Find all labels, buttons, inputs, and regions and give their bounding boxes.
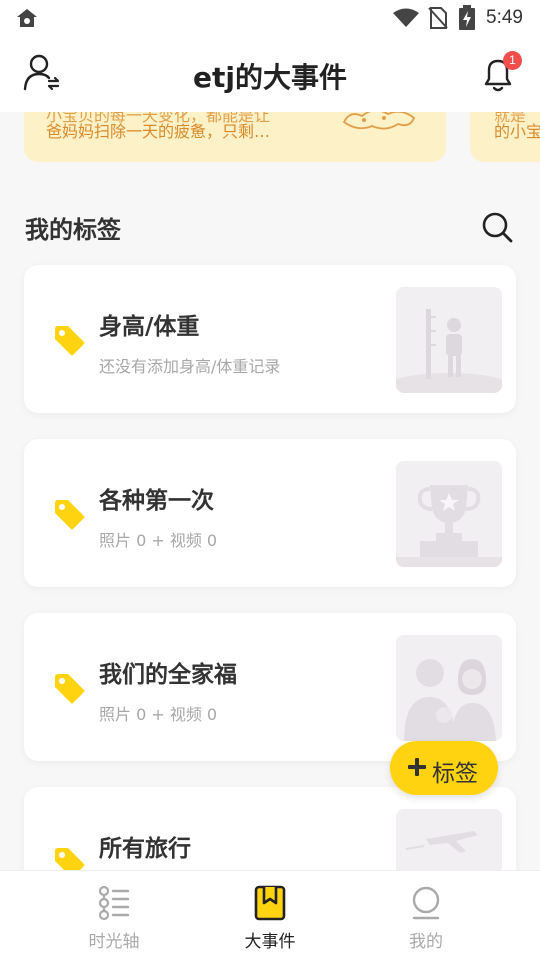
bottom-nav: 时光轴 大事件 我的 bbox=[0, 870, 540, 960]
nav-item-events[interactable]: 大事件 bbox=[210, 871, 330, 960]
search-icon[interactable] bbox=[480, 210, 514, 244]
featured-card[interactable]: 就是 的小宝 bbox=[470, 112, 540, 162]
trophy-illustration bbox=[396, 461, 502, 567]
tag-name: 各种第一次 bbox=[99, 488, 214, 514]
add-tag-label: 标签 bbox=[432, 761, 478, 787]
tag-subtitle: 照片 0 + 视频 0 bbox=[99, 531, 218, 550]
featured-card[interactable]: 小宝贝的每一天变化，都能是让 爸妈妈扫除一天的疲惫，只剩… bbox=[24, 112, 446, 162]
bookmark-icon bbox=[254, 885, 286, 921]
featured-card-text-line2: 的小宝 bbox=[494, 122, 540, 141]
plus-icon bbox=[408, 758, 426, 776]
tag-thumbnail bbox=[396, 635, 502, 741]
no-sim-icon bbox=[428, 7, 448, 29]
notification-badge: 1 bbox=[503, 51, 522, 70]
wifi-icon bbox=[393, 8, 419, 27]
tag-thumbnail bbox=[396, 461, 502, 567]
nav-label: 大事件 bbox=[244, 932, 296, 952]
profile-circle-icon bbox=[412, 886, 440, 920]
tag-subtitle: 照片 0 + 视频 0 bbox=[99, 705, 218, 724]
family-illustration bbox=[396, 635, 502, 741]
battery-charging-icon bbox=[459, 5, 475, 30]
height-measure-illustration bbox=[396, 287, 502, 393]
tag-subtitle: 还没有添加身高/体重记录 bbox=[99, 357, 281, 376]
featured-carousel[interactable]: 小宝贝的每一天变化，都能是让 爸妈妈扫除一天的疲惫，只剩… 就是 的小宝 bbox=[0, 112, 540, 172]
featured-card-text-line2: 爸妈妈扫除一天的疲惫，只剩… bbox=[46, 122, 271, 141]
baby-doodle-icon bbox=[342, 112, 416, 130]
tag-icon bbox=[55, 326, 85, 356]
tag-icon bbox=[55, 674, 85, 704]
tag-icon bbox=[55, 500, 85, 530]
timeline-icon bbox=[98, 885, 130, 921]
nav-label: 我的 bbox=[409, 932, 443, 952]
add-tag-button[interactable]: 标签 bbox=[390, 741, 498, 795]
app-header: etj的大事件 1 bbox=[0, 36, 540, 112]
nav-item-timeline[interactable]: 时光轴 bbox=[54, 871, 174, 960]
tag-name: 身高/体重 bbox=[99, 314, 200, 340]
page-title: etj的大事件 bbox=[193, 61, 347, 94]
status-bar: 5:49 bbox=[0, 0, 540, 36]
section-title: 我的标签 bbox=[25, 216, 121, 244]
tag-card-firsts[interactable]: 各种第一次 照片 0 + 视频 0 bbox=[24, 439, 516, 587]
home-icon bbox=[17, 9, 37, 27]
tag-card-height-weight[interactable]: 身高/体重 还没有添加身高/体重记录 bbox=[24, 265, 516, 413]
tag-name: 所有旅行 bbox=[99, 836, 191, 862]
status-time: 5:49 bbox=[486, 7, 523, 28]
tag-name: 我们的全家福 bbox=[99, 662, 237, 688]
nav-item-me[interactable]: 我的 bbox=[366, 871, 486, 960]
nav-label: 时光轴 bbox=[88, 932, 140, 952]
tag-card-family-photo[interactable]: 我们的全家福 照片 0 + 视频 0 bbox=[24, 613, 516, 761]
tag-thumbnail bbox=[396, 287, 502, 393]
